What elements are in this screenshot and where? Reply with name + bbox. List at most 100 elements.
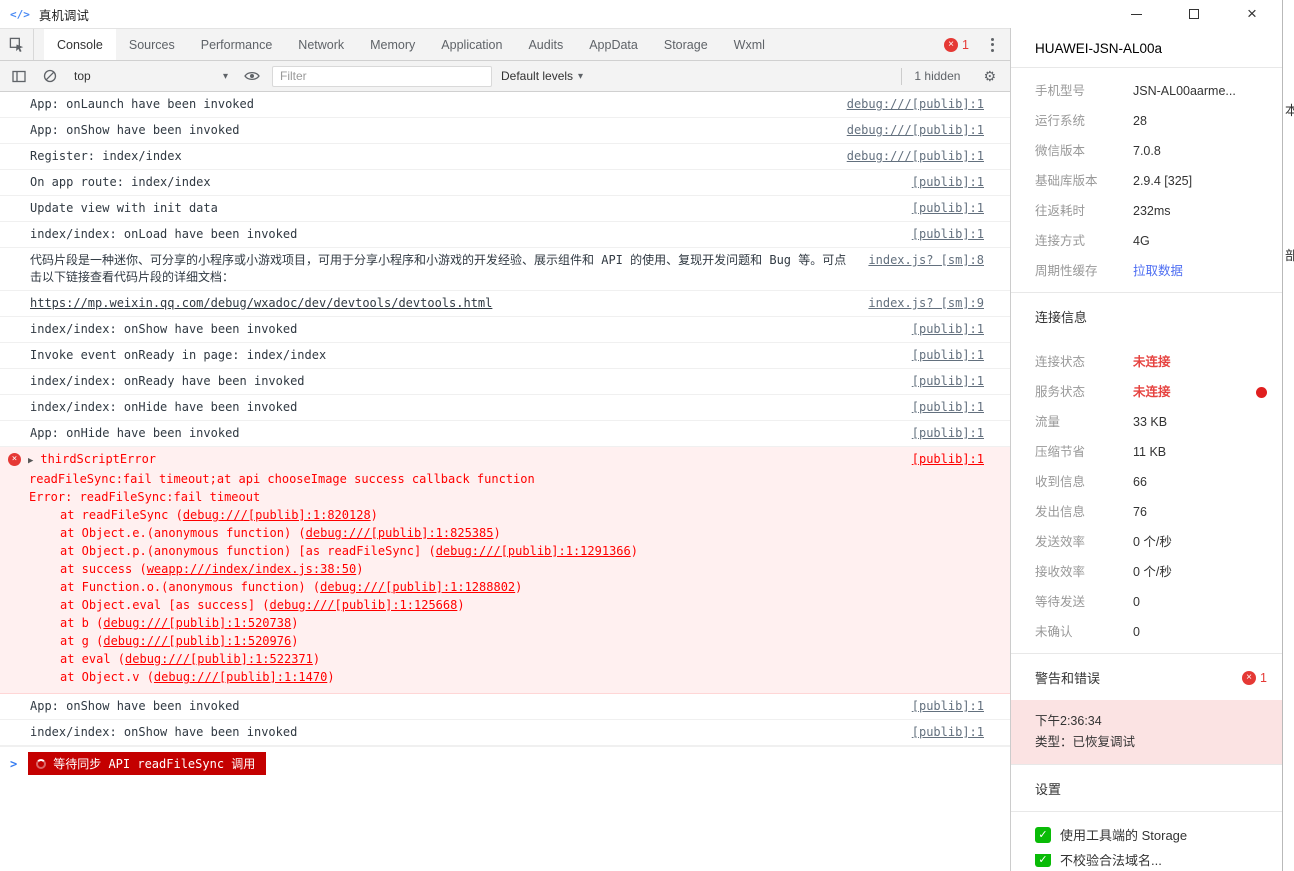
settings-checkbox-row[interactable]: ✓ 不校验合法域名... xyxy=(1011,854,1283,869)
section-settings: 设置 xyxy=(1011,764,1283,811)
console-source-link[interactable]: [publib]:1 xyxy=(912,347,984,364)
checkbox-label: 不校验合法域名... xyxy=(1060,854,1162,868)
tab-application[interactable]: Application xyxy=(428,29,515,60)
console-source-link[interactable]: [publib]:1 xyxy=(912,698,984,715)
console-row: index/index: onHide have been invoked [pu… xyxy=(0,395,1010,421)
tab-sources[interactable]: Sources xyxy=(116,29,188,60)
maximize-button[interactable] xyxy=(1187,7,1201,21)
info-label: 往返耗时 xyxy=(1035,204,1086,218)
stack-frame: at readFileSync (debug:///[publib]:1:820… xyxy=(60,508,378,522)
remote-debug-window: </> 真机调试 × Console Sources Performance Netw… xyxy=(0,0,1283,871)
warning-count-badge: × 1 xyxy=(1242,670,1267,685)
sync-spinner-icon xyxy=(36,758,47,769)
stack-source-link[interactable]: debug:///[publib]:1:1470 xyxy=(154,670,327,684)
console-source-link[interactable]: [publib]:1 xyxy=(912,724,984,741)
hidden-messages-count[interactable]: 1 hidden xyxy=(901,67,972,85)
error-message: readFileSync:fail timeout;at api chooseI… xyxy=(29,472,535,486)
background-window-fragment: 本 xyxy=(1285,100,1294,119)
error-circle-icon: × xyxy=(1242,670,1257,685)
stack-frame: at Object.p.(anonymous function) [as rea… xyxy=(60,544,638,558)
device-info-row: 等待发送 0 xyxy=(1011,587,1283,617)
console-source-link[interactable]: [publib]:1 xyxy=(912,174,984,191)
filter-input[interactable] xyxy=(272,65,492,87)
device-info-row: 压缩节省 11 KB xyxy=(1011,437,1283,467)
info-value-link[interactable]: 拉取数据 xyxy=(1133,262,1267,280)
console-source-link[interactable]: [publib]:1 xyxy=(912,451,984,468)
console-rows-bottom: App: onShow have been invoked [publib]:1 i… xyxy=(0,694,1010,746)
error-count-badge[interactable]: × 1 xyxy=(944,37,969,52)
info-value: JSN-AL00aarme... xyxy=(1133,84,1236,98)
window-controls: × xyxy=(1129,5,1271,22)
info-label: 运行系统 xyxy=(1035,114,1086,128)
stack-source-link[interactable]: debug:///[publib]:1:825385 xyxy=(306,526,494,540)
stack-frame: at Object.e.(anonymous function) (debug:… xyxy=(60,526,501,540)
stack-source-link[interactable]: debug:///[publib]:1:522371 xyxy=(125,652,313,666)
console-source-link[interactable]: [publib]:1 xyxy=(912,200,984,217)
expand-triangle-icon[interactable]: ▶ xyxy=(28,453,33,470)
stack-source-link[interactable]: debug:///[publib]:1:520976 xyxy=(103,634,291,648)
clear-console-icon[interactable] xyxy=(39,65,61,87)
tab-audits[interactable]: Audits xyxy=(515,29,576,60)
console-link-message[interactable]: https://mp.weixin.qq.com/debug/wxadoc/de… xyxy=(30,295,850,312)
tab-memory[interactable]: Memory xyxy=(357,29,428,60)
console-source-link[interactable]: [publib]:1 xyxy=(912,321,984,338)
warning-time: 下午2:36:34 xyxy=(1035,714,1102,728)
tab-performance[interactable]: Performance xyxy=(188,29,286,60)
device-info-row: 发送效率 0 个/秒 xyxy=(1011,527,1283,557)
context-selector-dropdown[interactable]: top ▾ xyxy=(70,67,232,85)
tab-network[interactable]: Network xyxy=(285,29,357,60)
eye-icon[interactable] xyxy=(241,65,263,87)
settings-checkbox-row[interactable]: ✓ 使用工具端的 Storage xyxy=(1011,812,1283,854)
info-value: 28 xyxy=(1133,114,1147,128)
tab-appdata[interactable]: AppData xyxy=(576,29,651,60)
close-button[interactable]: × xyxy=(1245,5,1259,22)
inspect-element-icon[interactable] xyxy=(0,29,34,60)
console-source-link[interactable]: [publib]:1 xyxy=(912,373,984,390)
stack-source-link[interactable]: debug:///[publib]:1:125668 xyxy=(270,598,458,612)
stack-source-link[interactable]: weapp:///index/index.js:38:50 xyxy=(147,562,357,576)
minimize-button[interactable] xyxy=(1129,7,1143,21)
console-source-link[interactable]: [publib]:1 xyxy=(912,425,984,442)
tabbar-right: × 1 xyxy=(944,29,1010,60)
console-source-link[interactable]: index.js? [sm]:9 xyxy=(868,295,984,312)
info-label: 服务状态 xyxy=(1035,385,1086,399)
console-prompt[interactable]: > 等待同步 API readFileSync 调用 xyxy=(0,746,1010,780)
edge-strip: 本部 xyxy=(1282,0,1294,871)
log-level-dropdown[interactable]: Default levels ▾ xyxy=(501,69,583,83)
console-source-link[interactable]: [publib]:1 xyxy=(912,226,984,243)
checkbox-icon[interactable]: ✓ xyxy=(1035,826,1051,843)
error-header[interactable]: × ▶ thirdScriptError [publib]:1 xyxy=(8,451,984,470)
tab-wxml[interactable]: Wxml xyxy=(721,29,778,60)
console-source-link[interactable]: debug:///[publib]:1 xyxy=(847,148,984,165)
settings-gear-icon[interactable]: ⚙ xyxy=(981,68,1002,85)
info-label: 连接状态 xyxy=(1035,355,1086,369)
console-source-link[interactable]: [publib]:1 xyxy=(912,399,984,416)
console-message: Invoke event onReady in page: index/inde… xyxy=(30,348,327,362)
console-message: On app route: index/index xyxy=(30,175,211,189)
stack-source-link[interactable]: debug:///[publib]:1:1288802 xyxy=(320,580,515,594)
console-source-link[interactable]: index.js? [sm]:8 xyxy=(868,252,984,269)
stack-source-link[interactable]: debug:///[publib]:1:520738 xyxy=(103,616,291,630)
console-row: 代码片段是一种迷你、可分享的小程序或小游戏项目，可用于分享小程序和小游戏的开发经… xyxy=(0,248,1010,291)
checkbox-label: 使用工具端的 Storage xyxy=(1060,828,1188,843)
stack-source-link[interactable]: debug:///[publib]:1:1291366 xyxy=(436,544,631,558)
console-row: index/index: onShow have been invoked [pu… xyxy=(0,720,1010,746)
tab-storage[interactable]: Storage xyxy=(651,29,721,60)
console-message: Update view with init data xyxy=(30,201,218,215)
console-sidebar-icon[interactable] xyxy=(8,65,30,87)
stack-source-link[interactable]: debug:///[publib]:1:820128 xyxy=(183,508,371,522)
console-source-link[interactable]: debug:///[publib]:1 xyxy=(847,122,984,139)
device-info-row: 运行系统 28 xyxy=(1011,106,1283,136)
sync-wait-badge: 等待同步 API readFileSync 调用 xyxy=(28,752,267,775)
warning-entry[interactable]: 下午2:36:34 类型：已恢复调试 xyxy=(1011,700,1283,764)
stack-frame: at g (debug:///[publib]:1:520976) xyxy=(60,634,299,648)
checkbox-icon[interactable]: ✓ xyxy=(1035,854,1051,867)
info-label: 基础库版本 xyxy=(1035,174,1098,188)
tab-console[interactable]: Console xyxy=(44,29,116,60)
info-value: 11 KB xyxy=(1133,445,1167,459)
console-row: https://mp.weixin.qq.com/debug/wxadoc/de… xyxy=(0,291,1010,317)
console-source-link[interactable]: debug:///[publib]:1 xyxy=(847,96,984,113)
section-title: 连接信息 xyxy=(1035,310,1088,325)
more-options-icon[interactable] xyxy=(983,34,1002,56)
info-value: 0 xyxy=(1133,625,1140,639)
